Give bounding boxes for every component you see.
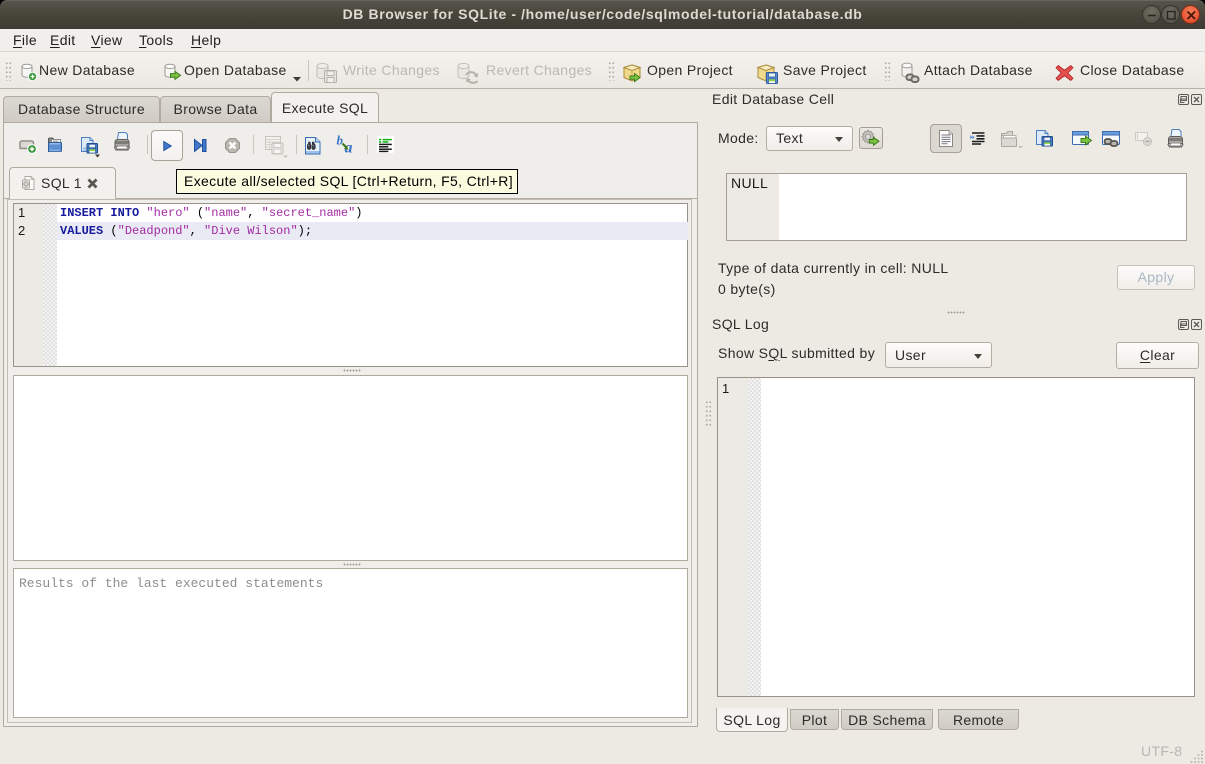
svg-text:b: b — [337, 133, 344, 148]
